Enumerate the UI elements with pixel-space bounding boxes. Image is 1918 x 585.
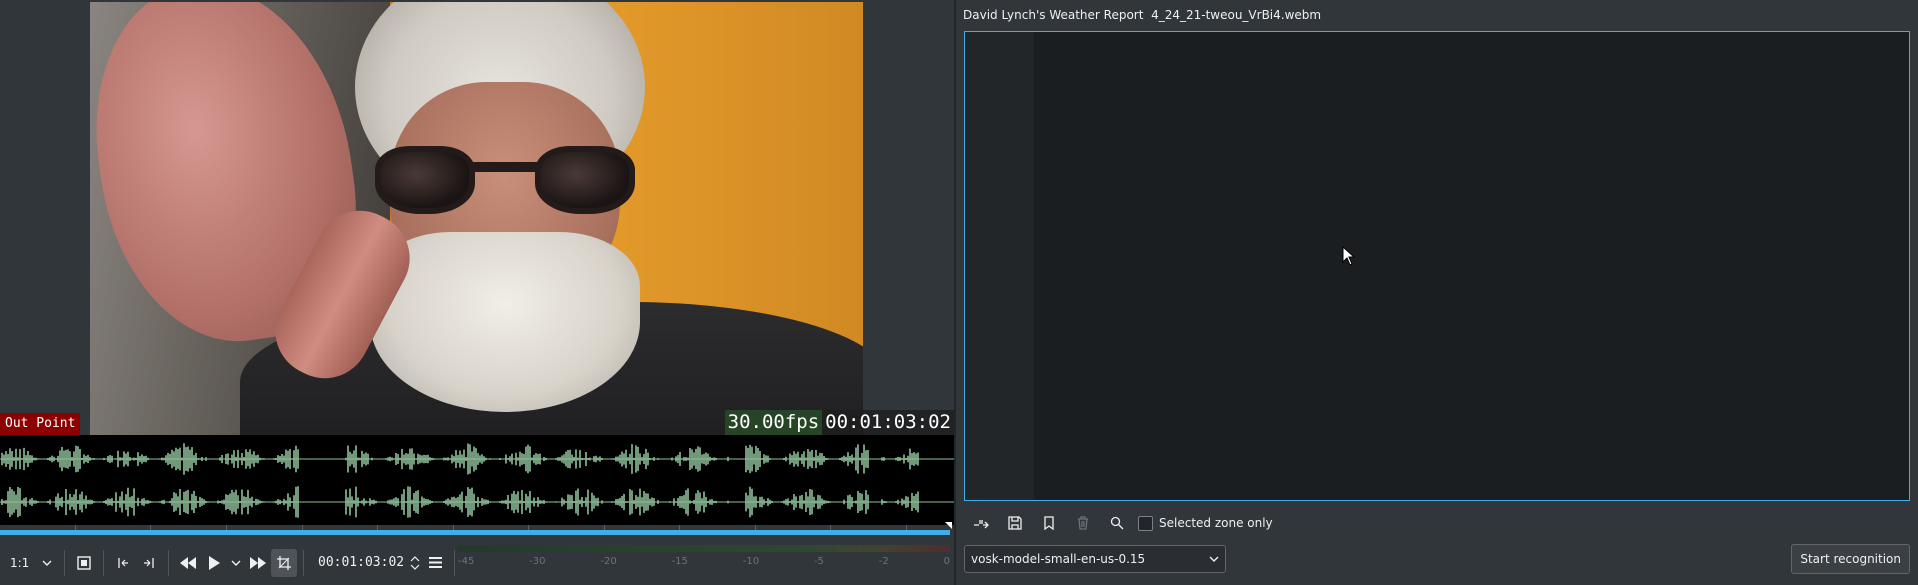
play-options-icon — [231, 560, 241, 566]
model-select[interactable]: vosk-model-small-en-us-0.15 — [964, 545, 1226, 573]
vu-label: -10 — [742, 556, 760, 567]
speech-editor-panel: David Lynch's Weather Report 4_24_21-twe… — [956, 0, 1918, 585]
set-in-icon — [118, 557, 128, 568]
video-area[interactable]: Out Point 30.00fps 00:01:03:02 — [0, 0, 954, 435]
delete-icon — [1078, 516, 1088, 530]
audio-waveform[interactable] — [0, 435, 954, 525]
timecode-spin[interactable] — [408, 549, 422, 577]
chevron-down-icon — [42, 560, 52, 566]
insert-clip-button[interactable] — [964, 512, 998, 534]
delete-button[interactable] — [1066, 512, 1100, 534]
speech-toolbar: Selected zone only — [964, 512, 1273, 534]
timecode-field[interactable]: 00:01:03:02 — [310, 555, 408, 570]
bookmark-button[interactable] — [1032, 512, 1066, 534]
play-options-button[interactable] — [227, 549, 245, 577]
vu-label: -30 — [529, 556, 546, 567]
vu-label: 0 — [943, 556, 950, 567]
timecode-overlay: 30.00fps 00:01:03:02 — [724, 410, 954, 435]
zoom-select[interactable]: 1:1 — [0, 549, 58, 577]
rewind-button[interactable] — [175, 549, 201, 577]
forward-button[interactable] — [245, 549, 271, 577]
transcript-editor[interactable] — [964, 31, 1910, 501]
play-button[interactable] — [201, 549, 227, 577]
editor-gutter — [965, 32, 1034, 500]
vu-label: -2 — [878, 556, 889, 567]
set-in-point-button[interactable] — [110, 549, 136, 577]
model-value: vosk-model-small-en-us-0.15 — [971, 552, 1146, 566]
set-out-icon — [144, 557, 154, 568]
chevron-down-icon — [1209, 556, 1219, 562]
bookmark-icon — [1044, 516, 1054, 530]
selected-zone-label: Selected zone only — [1159, 516, 1273, 530]
out-point-label: Out Point — [0, 413, 81, 435]
overlay-timecode: 00:01:03:02 — [822, 410, 954, 435]
zoom-value: 1:1 — [10, 555, 30, 570]
crop-icon — [277, 555, 291, 570]
checkbox-box[interactable] — [1138, 515, 1153, 531]
clip-title: David Lynch's Weather Report 4_24_21-twe… — [963, 8, 1322, 22]
mouse-cursor-icon — [1342, 246, 1356, 266]
clip-monitor: Out Point 30.00fps 00:01:03:02 1:1 00:01… — [0, 0, 954, 585]
save-icon — [1008, 516, 1022, 530]
monitor-timeline[interactable] — [0, 522, 954, 539]
crop-button[interactable] — [271, 548, 297, 577]
fit-frame-button[interactable] — [71, 549, 97, 577]
forward-icon — [250, 556, 266, 569]
set-out-point-button[interactable] — [136, 549, 162, 577]
selected-zone-checkbox[interactable]: Selected zone only — [1138, 515, 1273, 531]
save-button[interactable] — [998, 512, 1032, 534]
rewind-icon — [180, 556, 196, 569]
vu-label: -5 — [813, 556, 824, 567]
fps-label: 30.00fps — [724, 410, 823, 435]
app-window: Out Point 30.00fps 00:01:03:02 1:1 00:01… — [0, 0, 1918, 585]
video-frame — [90, 2, 863, 435]
search-icon — [1110, 516, 1124, 530]
play-icon — [209, 555, 220, 570]
insert-clip-icon — [974, 520, 989, 529]
monitor-menu-button[interactable] — [422, 549, 448, 577]
fit-frame-icon — [77, 555, 91, 570]
timeline-track[interactable] — [0, 530, 950, 535]
playhead-marker[interactable] — [945, 522, 952, 529]
vu-label: -15 — [671, 556, 688, 567]
vu-label: -45 — [458, 556, 475, 567]
audio-level-meter: -45 -30 -20 -15 -10 -5 -2 0 — [458, 543, 954, 581]
vu-label: -20 — [600, 556, 617, 567]
menu-icon — [428, 557, 442, 568]
timecode-spin-icon — [410, 555, 420, 570]
start-recognition-button[interactable]: Start recognition — [1791, 544, 1910, 574]
search-button[interactable] — [1100, 512, 1134, 534]
